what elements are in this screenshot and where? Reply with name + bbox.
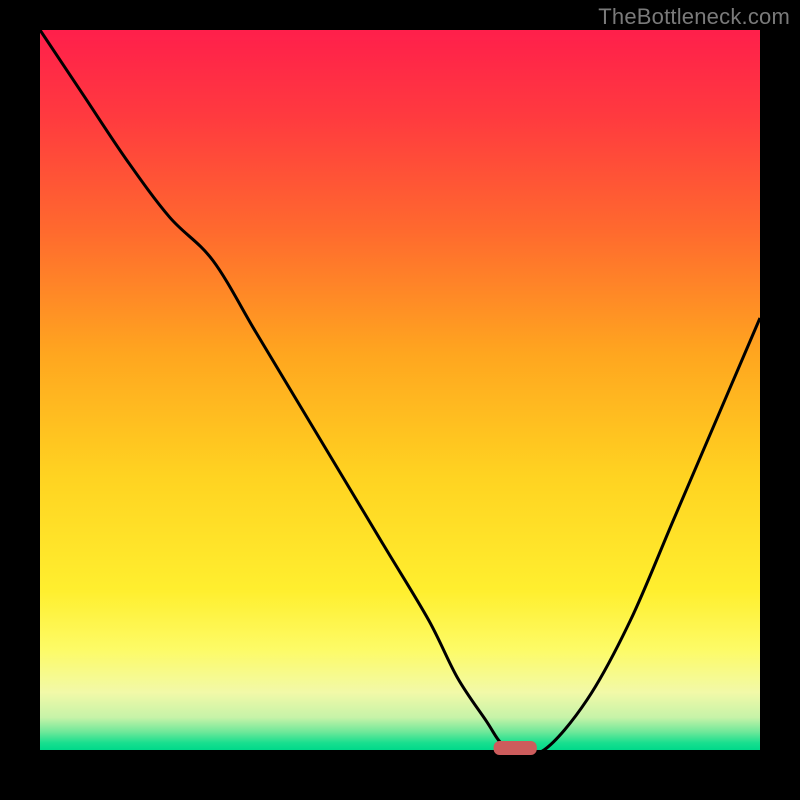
optimal-marker xyxy=(494,741,537,755)
bottleneck-chart xyxy=(0,0,800,800)
chart-frame: TheBottleneck.com xyxy=(0,0,800,800)
plot-background xyxy=(40,30,760,750)
